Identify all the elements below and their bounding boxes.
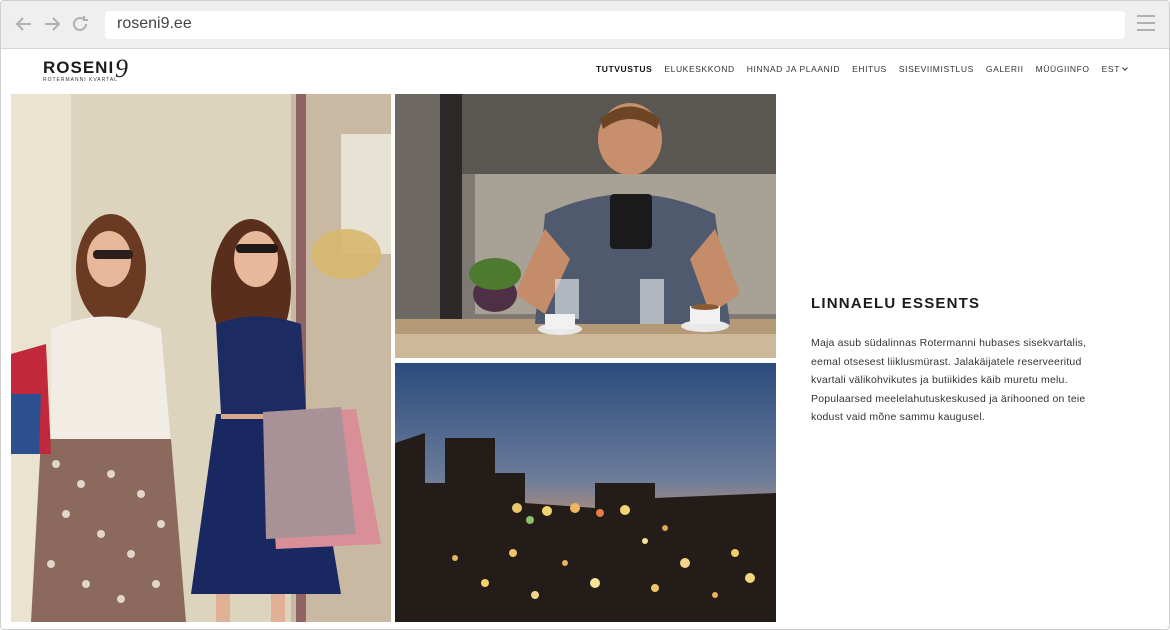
language-label: EST	[1101, 64, 1120, 74]
photo-man-with-phone	[395, 94, 776, 358]
nav-item-ehitus[interactable]: EHITUS	[846, 64, 893, 74]
back-arrow-icon[interactable]	[13, 13, 35, 35]
section-heading: LINNAELU ESSENTS	[811, 295, 981, 312]
nav-item-hinnad-ja-plaanid[interactable]: HINNAD JA PLAANID	[741, 64, 846, 74]
language-selector[interactable]: EST	[1096, 64, 1133, 74]
browser-toolbar: roseni9.ee	[1, 1, 1169, 49]
reload-icon[interactable]	[69, 13, 91, 35]
logo-text: ROSENI	[43, 58, 115, 77]
address-bar[interactable]: roseni9.ee	[105, 11, 1125, 39]
nav-item-tutvustus[interactable]: TUTVUSTUS	[590, 64, 658, 74]
main-navigation: TUTVUSTUS ELUKESKKOND HINNAD JA PLAANID …	[590, 64, 1133, 74]
logo-subtitle: ROTERMANNI KVARTAL	[43, 77, 118, 83]
photo-city-skyline-bokeh	[395, 363, 776, 622]
nav-item-muugiinfo[interactable]: MÜÜGIINFO	[1030, 64, 1096, 74]
nav-item-elukeskkond[interactable]: ELUKESKKOND	[658, 64, 740, 74]
site-logo[interactable]: ROSENI 9 ROTERMANNI KVARTAL	[43, 54, 163, 84]
browser-window: roseni9.ee ROSENI 9 ROTERMANNI KVARTAL T…	[0, 0, 1170, 630]
photo-women-shopping	[11, 94, 391, 622]
section-body-text: Maja asub südalinnas Rotermanni hubases …	[811, 337, 1087, 423]
chevron-down-icon	[1122, 65, 1128, 71]
nav-item-galerii[interactable]: GALERII	[980, 64, 1030, 74]
nav-item-siseviimistlus[interactable]: SISEVIIMISTLUS	[893, 64, 980, 74]
hamburger-menu-icon[interactable]	[1137, 15, 1155, 35]
forward-arrow-icon[interactable]	[41, 13, 63, 35]
